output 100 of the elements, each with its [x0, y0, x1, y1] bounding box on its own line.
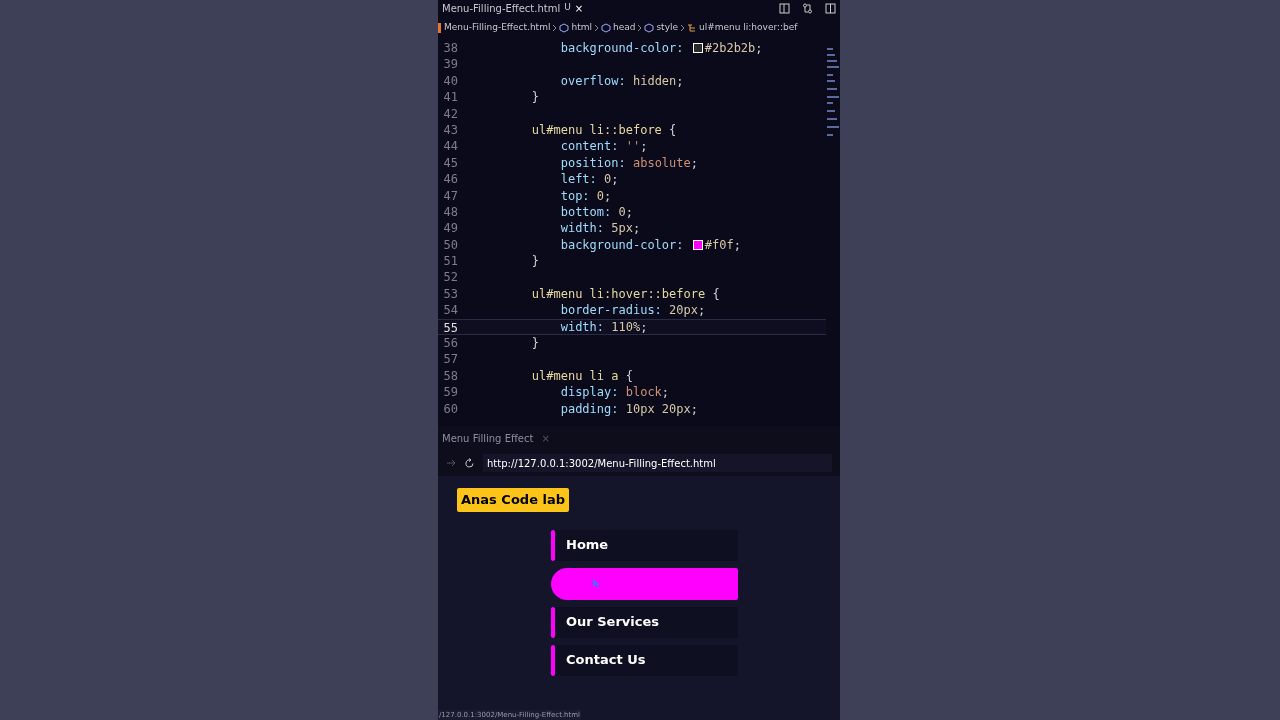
menu-item[interactable]: Our Services	[551, 606, 738, 638]
code-token: }	[530, 89, 540, 106]
code-token: ;	[690, 154, 698, 172]
code-token: display:	[559, 384, 620, 401]
code-token: {	[669, 121, 677, 139]
code-token: ;	[676, 72, 684, 90]
line-number: 59	[442, 384, 458, 401]
chevron-icon	[637, 24, 643, 32]
rule-icon	[687, 23, 697, 33]
code-token: border-radius:	[559, 302, 663, 319]
menu-item[interactable]: Home	[551, 529, 738, 561]
file-tab[interactable]: Menu-Filling-Effect.html	[442, 0, 561, 16]
menu-item[interactable]: Contact Us	[551, 644, 738, 676]
code-token: 110%	[611, 318, 641, 336]
code-token: ul#menu li a	[530, 367, 620, 385]
code-token: 20px	[669, 302, 698, 319]
code-token: ''	[625, 138, 641, 155]
code-token: 0	[618, 203, 626, 221]
menu-item-highlight[interactable]	[551, 567, 738, 600]
breadcrumb[interactable]: Menu-Filling-Effect.html	[444, 21, 551, 35]
code-token: bottom:	[559, 203, 613, 221]
code-token: ul#menu li:hover::before	[530, 285, 707, 303]
status-letter: U	[564, 1, 571, 15]
code-token: }	[530, 253, 540, 270]
code-token: 5px	[611, 220, 633, 237]
cube-icon	[600, 23, 611, 33]
code-token: width:	[559, 318, 606, 336]
breadcrumb[interactable]: ul#menu li:hover::bef	[699, 21, 798, 35]
code-token: padding:	[559, 400, 620, 417]
code-token: ;	[698, 302, 706, 319]
line-number: 39	[442, 56, 458, 73]
preview-tab[interactable]: Menu Filling Effect	[442, 430, 534, 446]
line-number: 45	[442, 154, 458, 172]
line-number: 54	[442, 302, 458, 319]
line-number: 60	[442, 400, 458, 417]
code-token: ;	[632, 220, 641, 237]
line-number: 38	[442, 40, 458, 57]
forward-icon[interactable]	[446, 458, 456, 468]
code-token: background-color:	[559, 40, 685, 57]
code-token: absolute	[632, 154, 691, 172]
code-token: top:	[559, 187, 591, 204]
line-number: 47	[442, 187, 458, 204]
line-number: 48	[442, 203, 458, 221]
code-token: #f0f	[704, 236, 734, 254]
url-field[interactable]: http://127.0.0.1:3002/Menu-Filling-Effect.html	[483, 454, 832, 472]
code-token: #2b2b2b	[704, 40, 756, 57]
reload-icon[interactable]	[464, 457, 475, 469]
line-number: 51	[442, 253, 458, 270]
chevron-icon	[680, 24, 685, 32]
line-number: 55	[442, 319, 458, 335]
line-number: 52	[442, 269, 458, 286]
code-token: ;	[611, 171, 619, 188]
line-number: 42	[442, 105, 458, 122]
code-token: position:	[559, 154, 627, 172]
breadcrumb[interactable]: style	[656, 21, 678, 35]
compare-icon[interactable]	[802, 2, 813, 14]
line-number: 46	[442, 171, 458, 188]
code-token: left:	[559, 171, 598, 188]
code-token: ;	[661, 384, 670, 401]
code-token: 0	[604, 171, 612, 188]
cube-icon	[644, 23, 655, 33]
split-icon[interactable]	[825, 2, 836, 14]
code-token: ;	[640, 318, 648, 336]
layout-icon[interactable]	[779, 2, 790, 14]
code-token: }	[530, 335, 540, 352]
code-token: ;	[690, 400, 698, 417]
code-token: {	[625, 367, 633, 385]
code-token: block	[625, 384, 662, 401]
line-number: 43	[442, 121, 458, 139]
cube-icon	[559, 23, 570, 33]
close-icon[interactable]: ×	[574, 0, 584, 16]
code-token: ;	[625, 203, 633, 221]
code-token: 0	[596, 187, 605, 204]
code-token: ul#menu li::before	[530, 121, 663, 139]
breadcrumb[interactable]: html	[571, 21, 592, 35]
line-number: 40	[442, 72, 458, 90]
code-token: overflow:	[559, 72, 627, 90]
chevron-icon	[593, 24, 599, 32]
code-token: background-color:	[559, 236, 685, 254]
brand-badge: Anas Code lab	[457, 488, 569, 512]
code-token: ;	[733, 236, 741, 254]
line-number: 41	[442, 89, 458, 106]
line-number: 57	[442, 351, 458, 368]
line-number: 44	[442, 138, 458, 155]
code-token: content:	[559, 138, 620, 155]
code-token: ;	[640, 138, 648, 155]
line-number: 56	[442, 335, 458, 352]
code-token: 10px 20px	[625, 400, 691, 417]
line-number: 49	[442, 220, 458, 237]
line-number: 58	[442, 367, 458, 385]
code-token: ;	[604, 187, 612, 204]
code-token: hidden	[632, 72, 677, 90]
cursor-icon	[593, 578, 601, 589]
line-number: 53	[442, 285, 458, 303]
code-token: {	[712, 285, 720, 303]
code-token: ;	[755, 40, 763, 57]
chevron-icon	[552, 24, 558, 32]
line-number: 50	[442, 236, 458, 254]
code-token: width:	[559, 220, 606, 237]
breadcrumb[interactable]: head	[612, 21, 636, 35]
